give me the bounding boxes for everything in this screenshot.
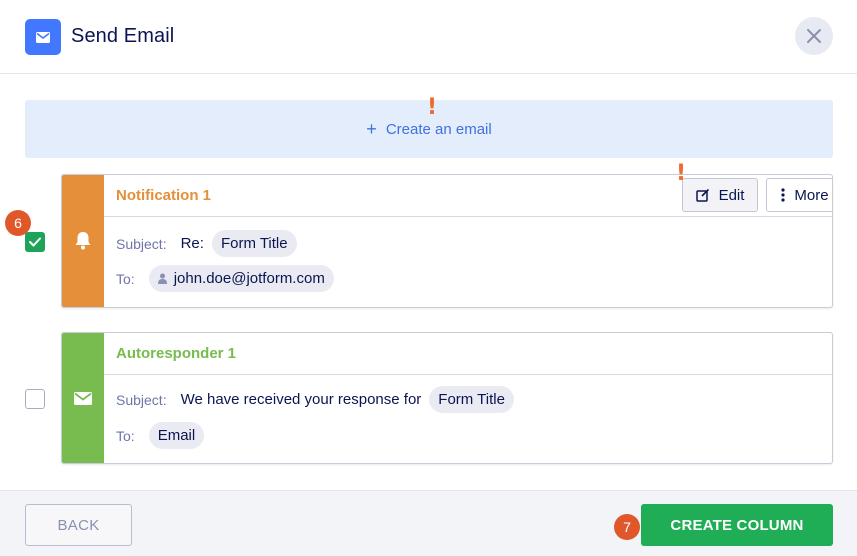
mail-icon bbox=[74, 391, 92, 405]
subject-prefix: Re: bbox=[180, 235, 204, 252]
modal-header: Send Email bbox=[0, 0, 857, 74]
warning-marker: ! bbox=[427, 95, 438, 120]
card-header: Notification 1 Edit More bbox=[104, 175, 832, 217]
create-column-button[interactable]: CREATE COLUMN bbox=[641, 504, 833, 546]
form-title-chip: Form Title bbox=[211, 230, 297, 257]
email-checkbox-autoresponder[interactable] bbox=[25, 389, 45, 409]
back-button[interactable]: BACK bbox=[25, 504, 132, 546]
to-label: To: bbox=[116, 270, 135, 287]
card-header: Autoresponder 1 bbox=[104, 333, 832, 375]
mail-icon bbox=[25, 19, 61, 55]
edit-label: Edit bbox=[718, 186, 745, 204]
bell-icon bbox=[75, 232, 91, 250]
edit-icon bbox=[695, 188, 709, 202]
email-card-autoresponder: Autoresponder 1 Subject: We have receive… bbox=[61, 332, 833, 464]
email-card-notification: Notification 1 Edit More Subject: Re: Fo… bbox=[61, 174, 833, 308]
create-email-label: Create an email bbox=[385, 120, 492, 138]
recipient-chip: john.doe@jotform.com bbox=[148, 265, 334, 292]
close-button[interactable] bbox=[795, 17, 833, 55]
subject-label: Subject: bbox=[116, 235, 167, 252]
modal-title: Send Email bbox=[71, 25, 175, 47]
more-button[interactable]: More bbox=[766, 178, 832, 212]
warning-marker: ! bbox=[676, 161, 687, 186]
modal-footer: BACK 7 CREATE COLUMN bbox=[0, 490, 857, 556]
notification-strip bbox=[62, 175, 104, 307]
recipient-email: john.doe@jotform.com bbox=[173, 270, 325, 287]
to-row: To: john.doe@jotform.com bbox=[116, 265, 334, 292]
close-icon bbox=[807, 29, 821, 43]
person-icon bbox=[157, 273, 167, 284]
email-checkbox-notification[interactable] bbox=[25, 232, 45, 252]
to-label: To: bbox=[116, 427, 135, 444]
subject-row: Subject: Re: Form Title bbox=[116, 230, 297, 257]
email-title: Autoresponder 1 bbox=[116, 345, 237, 362]
email-title: Notification 1 bbox=[116, 187, 212, 204]
plus-icon: + bbox=[366, 119, 377, 139]
check-icon bbox=[29, 237, 41, 247]
edit-button[interactable]: Edit bbox=[682, 178, 758, 212]
recipient-chip: Email bbox=[148, 422, 205, 449]
kebab-icon bbox=[781, 188, 786, 202]
step-badge: 7 bbox=[614, 514, 640, 540]
subject-prefix: We have received your response for bbox=[180, 391, 422, 408]
subject-label: Subject: bbox=[116, 391, 167, 408]
more-label: More bbox=[794, 186, 829, 204]
form-title-chip: Form Title bbox=[429, 386, 514, 413]
autoresponder-strip bbox=[62, 333, 104, 463]
subject-row: Subject: We have received your response … bbox=[116, 386, 514, 413]
to-row: To: Email bbox=[116, 422, 205, 449]
